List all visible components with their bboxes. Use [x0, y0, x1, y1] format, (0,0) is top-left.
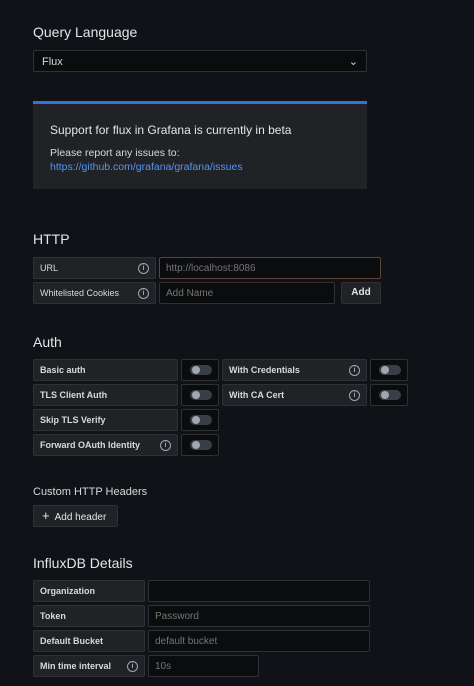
alert-text: Please report any issues to:	[50, 147, 180, 159]
with-ca-cert-label: With CA Cert i	[222, 384, 367, 406]
toggle-knob	[192, 416, 200, 424]
query-language-value: Flux	[42, 56, 63, 68]
with-credentials-text: With Credentials	[229, 365, 300, 375]
toggle-knob	[192, 441, 200, 449]
with-credentials-label: With Credentials i	[222, 359, 367, 381]
min-interval-label-text: Min time interval	[40, 661, 112, 671]
query-language-title: Query Language	[33, 24, 138, 40]
toggle-track	[190, 440, 212, 450]
toggle-track	[379, 390, 401, 400]
info-icon[interactable]: i	[127, 661, 138, 672]
query-language-select[interactable]: Flux ⌄	[33, 50, 367, 72]
custom-headers-title: Custom HTTP Headers	[33, 486, 148, 498]
default-bucket-label-text: Default Bucket	[40, 636, 104, 646]
forward-oauth-label: Forward OAuth Identity i	[33, 434, 178, 456]
basic-auth-toggle[interactable]	[181, 359, 219, 381]
toggle-track	[379, 365, 401, 375]
forward-oauth-text: Forward OAuth Identity	[40, 440, 140, 450]
toggle-knob	[192, 391, 200, 399]
url-input[interactable]	[159, 257, 381, 279]
organization-input[interactable]	[148, 580, 370, 602]
add-header-text: Add header	[54, 512, 107, 523]
info-icon[interactable]: i	[138, 288, 149, 299]
min-interval-label: Min time interval i	[33, 655, 145, 677]
with-ca-cert-text: With CA Cert	[229, 390, 285, 400]
cookies-input[interactable]	[159, 282, 335, 304]
with-credentials-toggle[interactable]	[370, 359, 408, 381]
default-bucket-label: Default Bucket	[33, 630, 145, 652]
organization-label: Organization	[33, 580, 145, 602]
info-icon[interactable]: i	[349, 390, 360, 401]
default-bucket-input[interactable]	[148, 630, 370, 652]
tls-client-auth-text: TLS Client Auth	[40, 390, 108, 400]
token-input[interactable]	[148, 605, 370, 627]
toggle-track	[190, 390, 212, 400]
auth-title: Auth	[33, 334, 62, 350]
alert-title: Support for flux in Grafana is currently…	[50, 123, 292, 137]
add-header-button[interactable]: + Add header	[33, 505, 118, 527]
info-icon[interactable]: i	[138, 263, 149, 274]
token-label-text: Token	[40, 611, 66, 621]
cookies-label: Whitelisted Cookies i	[33, 282, 156, 304]
min-interval-input[interactable]	[148, 655, 259, 677]
url-label: URL i	[33, 257, 156, 279]
toggle-knob	[381, 391, 389, 399]
add-cookie-button[interactable]: Add	[341, 282, 381, 304]
tls-client-auth-toggle[interactable]	[181, 384, 219, 406]
with-ca-cert-toggle[interactable]	[370, 384, 408, 406]
plus-icon: +	[42, 508, 50, 523]
tls-client-auth-label: TLS Client Auth	[33, 384, 178, 406]
issues-link[interactable]: https://github.com/grafana/grafana/issue…	[50, 161, 243, 173]
info-icon[interactable]: i	[160, 440, 171, 451]
http-title: HTTP	[33, 231, 70, 247]
skip-tls-verify-text: Skip TLS Verify	[40, 415, 106, 425]
url-label-text: URL	[40, 263, 59, 273]
toggle-knob	[192, 366, 200, 374]
forward-oauth-toggle[interactable]	[181, 434, 219, 456]
toggle-knob	[381, 366, 389, 374]
beta-alert: Support for flux in Grafana is currently…	[33, 101, 367, 189]
organization-label-text: Organization	[40, 586, 96, 596]
toggle-track	[190, 415, 212, 425]
basic-auth-text: Basic auth	[40, 365, 86, 375]
info-icon[interactable]: i	[349, 365, 360, 376]
basic-auth-label: Basic auth	[33, 359, 178, 381]
toggle-track	[190, 365, 212, 375]
chevron-down-icon: ⌄	[348, 56, 358, 68]
skip-tls-verify-toggle[interactable]	[181, 409, 219, 431]
token-label: Token	[33, 605, 145, 627]
influxdb-title: InfluxDB Details	[33, 555, 133, 571]
cookies-label-text: Whitelisted Cookies	[40, 288, 120, 298]
skip-tls-verify-label: Skip TLS Verify	[33, 409, 178, 431]
